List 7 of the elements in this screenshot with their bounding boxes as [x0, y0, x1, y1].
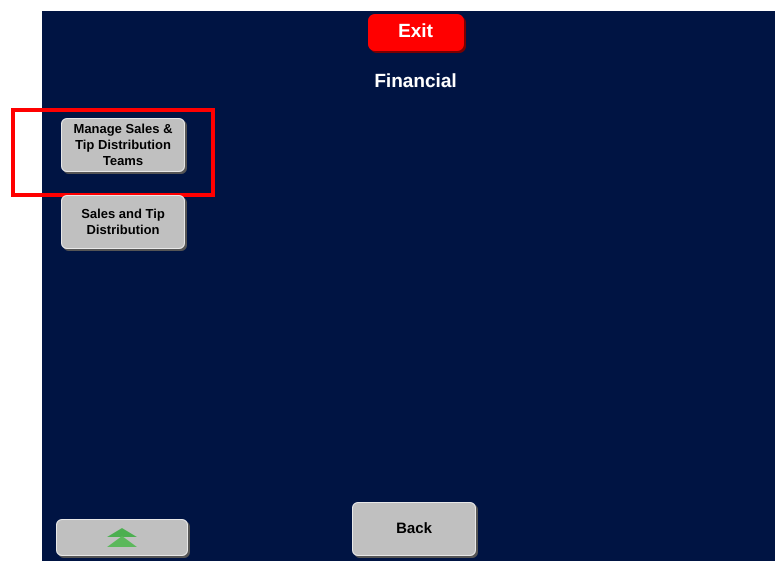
back-button[interactable]: Back: [352, 502, 476, 556]
menu-button[interactable]: Manage Sales & Tip Distribution Teams: [61, 118, 185, 172]
exit-button[interactable]: Exit: [368, 14, 464, 51]
scroll-up-button[interactable]: [56, 519, 188, 556]
screen-title: Financial: [374, 70, 457, 94]
double-up-arrow-icon: [106, 526, 138, 548]
menu-button[interactable]: Sales and Tip Distribution: [61, 194, 185, 248]
